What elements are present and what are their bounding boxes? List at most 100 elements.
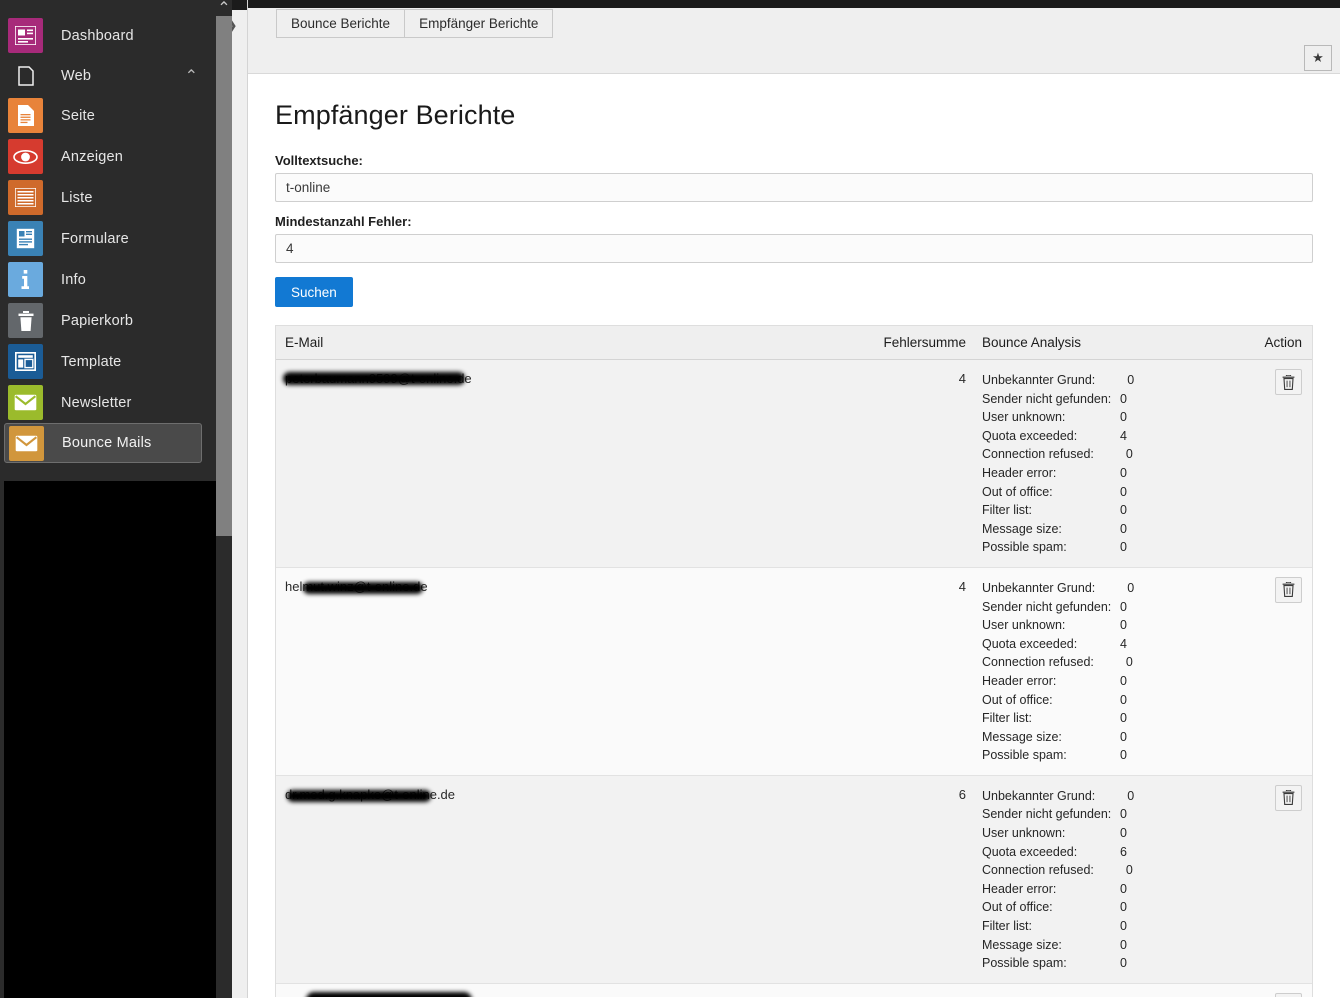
analysis-label: Message size:: [982, 729, 1062, 744]
dashboard-icon: [8, 18, 43, 53]
sidebar-item-label: Dashboard: [61, 27, 134, 44]
analysis-value: 0: [1120, 956, 1127, 971]
analysis-value: 0: [1120, 484, 1127, 499]
column-header-errorsum: Fehlersumme: [883, 335, 966, 350]
analysis-label: Header error:: [982, 881, 1057, 896]
analysis-label: Unbekannter Grund:: [982, 373, 1096, 387]
favorite-star-button[interactable]: ★: [1304, 45, 1332, 71]
envelope-icon: [9, 425, 44, 461]
cell-error-sum: 4: [868, 984, 966, 997]
analysis-value: 4: [1120, 636, 1127, 651]
analysis-entry: Sender nicht gefunden: 0: [982, 805, 1261, 824]
sidebar-nav-list: Dashboard Web ⌃ Seite Anzeigen Liste For…: [0, 15, 216, 463]
analysis-label: User unknown:: [982, 618, 1066, 633]
star-icon: ★: [1312, 50, 1324, 65]
sidebar-item-formulare[interactable]: Formulare: [0, 218, 216, 259]
cell-bounce-analysis: Unbekannter Grund:0Sender nicht gefunden…: [966, 360, 1261, 567]
scrollbar-track[interactable]: [216, 536, 232, 998]
analysis-entry: Unbekannter Grund: 0: [982, 371, 1261, 390]
analysis-label: Message size:: [982, 521, 1062, 536]
analysis-value: 0: [1127, 788, 1135, 803]
analysis-entry: Filter list: 0: [982, 501, 1261, 520]
analysis-value: 0: [1120, 748, 1127, 763]
sidebar-item-label: Anzeigen: [61, 148, 124, 165]
scrollbar-thumb[interactable]: [216, 16, 232, 536]
analysis-label: Possible spam:: [982, 748, 1067, 763]
analysis-value: 0: [1120, 410, 1127, 425]
cell-action: [1261, 984, 1312, 997]
cell-error-sum: 4: [958, 578, 966, 594]
sidebar-item-liste[interactable]: Liste: [0, 177, 216, 218]
sidebar-item-seite[interactable]: Seite: [0, 95, 216, 136]
delete-row-button[interactable]: [1275, 369, 1302, 395]
analysis-label: Possible spam:: [982, 540, 1067, 555]
sidebar-item-label: Seite: [61, 107, 96, 124]
trash-icon: [1282, 374, 1295, 390]
analysis-value: 0: [1127, 995, 1134, 998]
sidebar-item-bounce-mails[interactable]: Bounce Mails: [4, 423, 202, 463]
app-root: Dashboard Web ⌃ Seite Anzeigen Liste For…: [0, 0, 1340, 998]
analysis-entry: Sender nicht gefunden: 0: [982, 598, 1261, 617]
table-row: veronika.mustermann@t-online.de 4 Unbekann…: [276, 983, 1312, 998]
analysis-label: Filter list:: [982, 919, 1032, 934]
delete-row-button[interactable]: [1275, 576, 1302, 603]
sidebar-item-info[interactable]: Info: [0, 259, 216, 300]
email-address: helmut.winz@t-online.de: [285, 578, 428, 594]
analysis-value: 0: [1125, 447, 1133, 462]
document-icon: [8, 98, 43, 133]
analysis-value: 4: [1120, 428, 1127, 443]
table-row: dr.med.g.knapke@t-online.de 6 Unbekannter …: [276, 775, 1312, 984]
sidebar-item-web[interactable]: Web ⌃: [0, 56, 216, 95]
analysis-entry: Unbekannter Grund: 0: [982, 787, 1261, 806]
content-pane: Empfänger Berichte Volltextsuche: Mindes…: [248, 74, 1340, 997]
analysis-label: Unbekannter Grund:: [982, 788, 1096, 803]
analysis-label: Sender nicht gefunden:: [982, 807, 1112, 822]
sidebar-scrollbar[interactable]: ⌃: [216, 0, 232, 998]
top-bar: Bounce Berichte Empfänger Berichte ★: [248, 0, 1340, 74]
sidebar-item-papierkorb[interactable]: Papierkorb: [0, 300, 216, 341]
analysis-entry: Quota exceeded: 6: [982, 843, 1261, 862]
tab-bounce-berichte[interactable]: Bounce Berichte: [276, 9, 406, 38]
analysis-label: Quota exceeded:: [982, 428, 1078, 443]
cell-action: [1261, 776, 1312, 983]
delete-row-button[interactable]: [1275, 784, 1302, 811]
min-errors-input[interactable]: [275, 234, 1313, 263]
analysis-label: Connection refused:: [982, 863, 1094, 878]
cell-bounce-analysis: Unbekannter Grund:0Sender nicht gefunden…: [966, 776, 1261, 983]
scroll-up-arrow-icon[interactable]: ⌃: [216, 0, 232, 17]
results-table: E-Mail Fehlersumme Bounce Analysis Actio…: [275, 325, 1313, 997]
window-title-strip: [248, 0, 1340, 8]
sidebar-item-anzeigen[interactable]: Anzeigen: [0, 136, 216, 177]
delete-row-button[interactable]: [1275, 992, 1302, 997]
template-icon: [8, 344, 43, 379]
envelope-icon: [8, 385, 43, 420]
chevron-up-icon[interactable]: ⌃: [185, 66, 198, 86]
trash-icon: [1282, 582, 1295, 598]
analysis-value: 0: [1125, 863, 1133, 878]
fulltext-search-label: Volltextsuche:: [275, 153, 363, 168]
sidebar-item-dashboard[interactable]: Dashboard: [0, 15, 216, 56]
analysis-entry: Connection refused: 0: [982, 653, 1261, 672]
analysis-entry: Out of office: 0: [982, 691, 1261, 710]
cell-error-sum: 4: [958, 371, 966, 386]
tab-empf-nger-berichte[interactable]: Empfänger Berichte: [404, 9, 554, 38]
analysis-entry: Filter list: 0: [982, 917, 1261, 936]
analysis-value: 0: [1120, 919, 1127, 934]
sidebar-item-template[interactable]: Template: [0, 341, 216, 382]
search-submit-button[interactable]: Suchen: [275, 277, 353, 307]
analysis-value: 0: [1120, 881, 1127, 896]
analysis-value: 0: [1120, 826, 1127, 841]
analysis-entry: Sender nicht gefunden: 0: [982, 390, 1261, 409]
sidebar-item-label: Newsletter: [61, 394, 132, 411]
sidebar-item-label: Papierkorb: [61, 312, 134, 329]
table-body: peterbaumann9599@t-online.de 4 Unbekannter…: [276, 360, 1312, 997]
analysis-entry: User unknown: 0: [982, 616, 1261, 635]
analysis-entry: Header error: 0: [982, 464, 1261, 483]
analysis-entry: Message size: 0: [982, 728, 1261, 747]
analysis-entry: Out of office: 0: [982, 898, 1261, 917]
fulltext-search-input[interactable]: [275, 173, 1313, 202]
form-icon: [8, 221, 43, 256]
analysis-value: 0: [1120, 807, 1127, 822]
sidebar-item-newsletter[interactable]: Newsletter: [0, 382, 216, 423]
analysis-entry: Quota exceeded: 4: [982, 635, 1261, 654]
